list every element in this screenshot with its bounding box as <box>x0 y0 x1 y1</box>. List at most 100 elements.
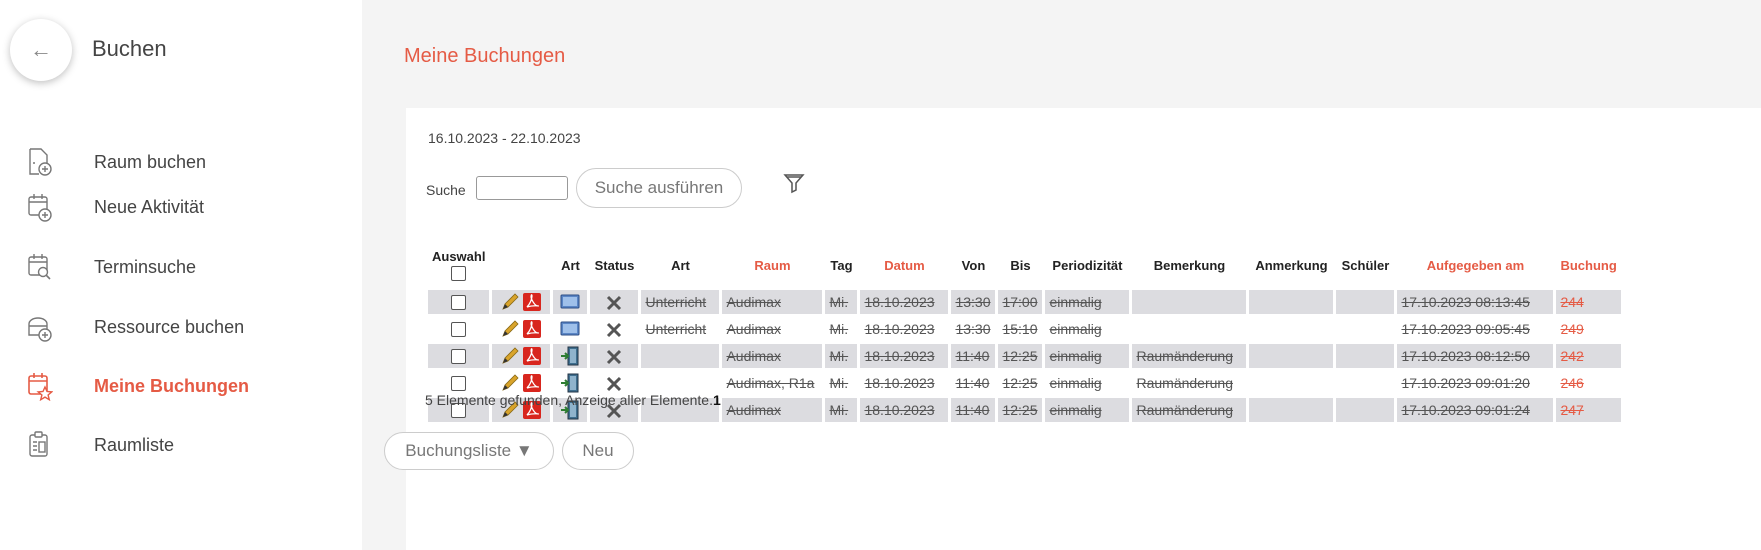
header-art: Art <box>671 257 690 273</box>
header-label: Auswahl <box>432 249 486 265</box>
cell-aufgegeben: 17.10.2023 09:01:24 <box>1397 398 1554 422</box>
row-checkbox[interactable] <box>451 322 467 338</box>
cell-periodizitaet: einmalig <box>1045 344 1130 368</box>
header-tag: Tag <box>830 257 853 273</box>
sidebar-item-raumliste[interactable]: Raumliste <box>0 420 362 470</box>
table-header-row: Auswahl Art Status Art Raum Tag Datum Vo… <box>428 243 1621 287</box>
header-actions <box>492 243 550 287</box>
cell-anmerkung <box>1249 371 1333 395</box>
select-all-checkbox[interactable] <box>451 265 467 281</box>
room-list-icon <box>29 431 48 457</box>
cell-schueler <box>1336 290 1395 314</box>
pdf-icon[interactable] <box>522 292 542 312</box>
cell-art <box>641 344 720 368</box>
cell-bemerkung <box>1132 290 1247 314</box>
row-status-cell <box>590 344 639 368</box>
cell-bis: 15:10 <box>1002 321 1038 337</box>
row-checkbox[interactable] <box>451 295 467 311</box>
cell-bis: 12:25 <box>998 398 1043 422</box>
row-checkbox[interactable] <box>451 349 467 365</box>
header-buchung[interactable]: Buchung <box>1556 243 1620 287</box>
cancelled-status-icon <box>607 349 622 364</box>
cell-buchung-link[interactable]: 247 <box>1556 398 1621 422</box>
row-actions-cell <box>492 317 550 341</box>
row-art-icon-cell <box>553 317 587 341</box>
arrow-left-icon: ← <box>30 37 52 62</box>
sidebar: ← Buchen Raum buchen Neue Aktivität Term… <box>0 0 362 550</box>
edit-icon[interactable] <box>500 292 522 312</box>
cell-buchung-link[interactable]: 246 <box>1556 371 1620 395</box>
cell-buchung-link[interactable]: 249 <box>1556 317 1620 341</box>
header-status: Status <box>594 257 635 273</box>
cell-buchung-link[interactable]: 242 <box>1556 344 1621 368</box>
search-input[interactable] <box>476 176 568 200</box>
file-plus-icon <box>29 148 52 176</box>
filter-icon[interactable] <box>783 172 805 194</box>
row-status-cell <box>590 317 638 341</box>
cell-tag: Mi. <box>825 398 858 422</box>
cell-periodizitaet: einmalig <box>1045 398 1130 422</box>
cell-periodizitaet: einmalig <box>1049 375 1102 391</box>
cell-datum: 18.10.2023 <box>860 398 949 422</box>
results-page[interactable]: 1 <box>713 392 721 408</box>
sidebar-item-meine-buchungen[interactable]: Meine Buchungen <box>0 361 362 411</box>
sidebar-item-neue-aktivitaet[interactable]: Neue Aktivität <box>0 182 362 232</box>
sidebar-item-label: Neue Aktivität <box>94 196 205 217</box>
room-change-icon <box>561 346 579 366</box>
cancelled-status-icon <box>607 295 622 310</box>
sidebar-title: Buchen <box>92 36 167 61</box>
search-label: Suche <box>426 182 466 198</box>
cell-von: 11:40 <box>951 344 996 368</box>
cell-raum: Audimax, R1a <box>726 375 815 391</box>
edit-icon[interactable] <box>500 373 522 393</box>
cell-von: 13:30 <box>951 290 996 314</box>
header-aufgegeben-am[interactable]: Aufgegeben am <box>1397 243 1553 287</box>
cell-bemerkung <box>1132 317 1246 341</box>
cell-periodizitaet: einmalig <box>1049 321 1102 337</box>
cell-raum: Audimax <box>726 321 781 337</box>
sidebar-item-ressource-buchen[interactable]: Ressource buchen <box>0 302 362 352</box>
cell-raum: Audimax <box>722 344 823 368</box>
search-button[interactable]: Suche ausführen <box>576 168 742 208</box>
sidebar-item-raum-buchen[interactable]: Raum buchen <box>0 137 362 187</box>
cell-datum: 18.10.2023 <box>864 375 935 391</box>
cancelled-status-icon <box>607 322 622 337</box>
cell-aufgegeben: 17.10.2023 08:12:50 <box>1397 344 1554 368</box>
pdf-icon[interactable] <box>522 346 542 366</box>
table-row: Unterricht Audimax Mi. 18.10.2023 13:30 17:00… <box>428 290 1621 314</box>
sidebar-item-label: Raum buchen <box>94 151 207 172</box>
cell-tag: Mi. <box>825 344 858 368</box>
header-datum[interactable]: Datum <box>860 243 948 287</box>
cell-datum: 18.10.2023 <box>864 321 935 337</box>
row-status-cell <box>590 290 639 314</box>
cell-anmerkung <box>1249 398 1334 422</box>
cell-tag: Mi. <box>825 290 858 314</box>
calendar-plus-icon <box>28 194 52 222</box>
results-count-text: 5 Elemente gefunden, Anzeige aller Eleme… <box>425 392 713 408</box>
room-change-icon <box>561 373 579 393</box>
pdf-icon[interactable] <box>522 373 542 393</box>
pdf-icon[interactable] <box>522 319 542 339</box>
row-actions-cell <box>492 344 551 368</box>
buchungsliste-dropdown[interactable]: Buchungsliste ▼ <box>384 432 554 470</box>
cell-bis: 12:25 <box>998 344 1043 368</box>
sidebar-item-label: Ressource buchen <box>94 316 245 337</box>
row-select-cell <box>428 344 490 368</box>
edit-icon[interactable] <box>500 319 522 339</box>
cell-von: 13:30 <box>955 321 991 337</box>
cell-datum: 18.10.2023 <box>860 344 949 368</box>
header-raum[interactable]: Raum <box>722 243 822 287</box>
date-range: 16.10.2023 - 22.10.2023 <box>428 130 581 146</box>
row-checkbox[interactable] <box>451 376 467 392</box>
cell-raum: Audimax <box>722 290 823 314</box>
sidebar-item-terminsuche[interactable]: Terminsuche <box>0 242 362 292</box>
cell-aufgegeben: 17.10.2023 08:13:45 <box>1397 290 1554 314</box>
monitor-icon <box>560 321 580 336</box>
neu-button[interactable]: Neu <box>562 432 634 470</box>
cell-periodizitaet: einmalig <box>1045 290 1130 314</box>
sidebar-item-label: Terminsuche <box>94 256 197 277</box>
edit-icon[interactable] <box>500 346 522 366</box>
back-button[interactable]: ← <box>10 19 72 81</box>
cell-aufgegeben: 17.10.2023 09:05:45 <box>1401 321 1530 337</box>
cell-buchung-link[interactable]: 244 <box>1556 290 1621 314</box>
